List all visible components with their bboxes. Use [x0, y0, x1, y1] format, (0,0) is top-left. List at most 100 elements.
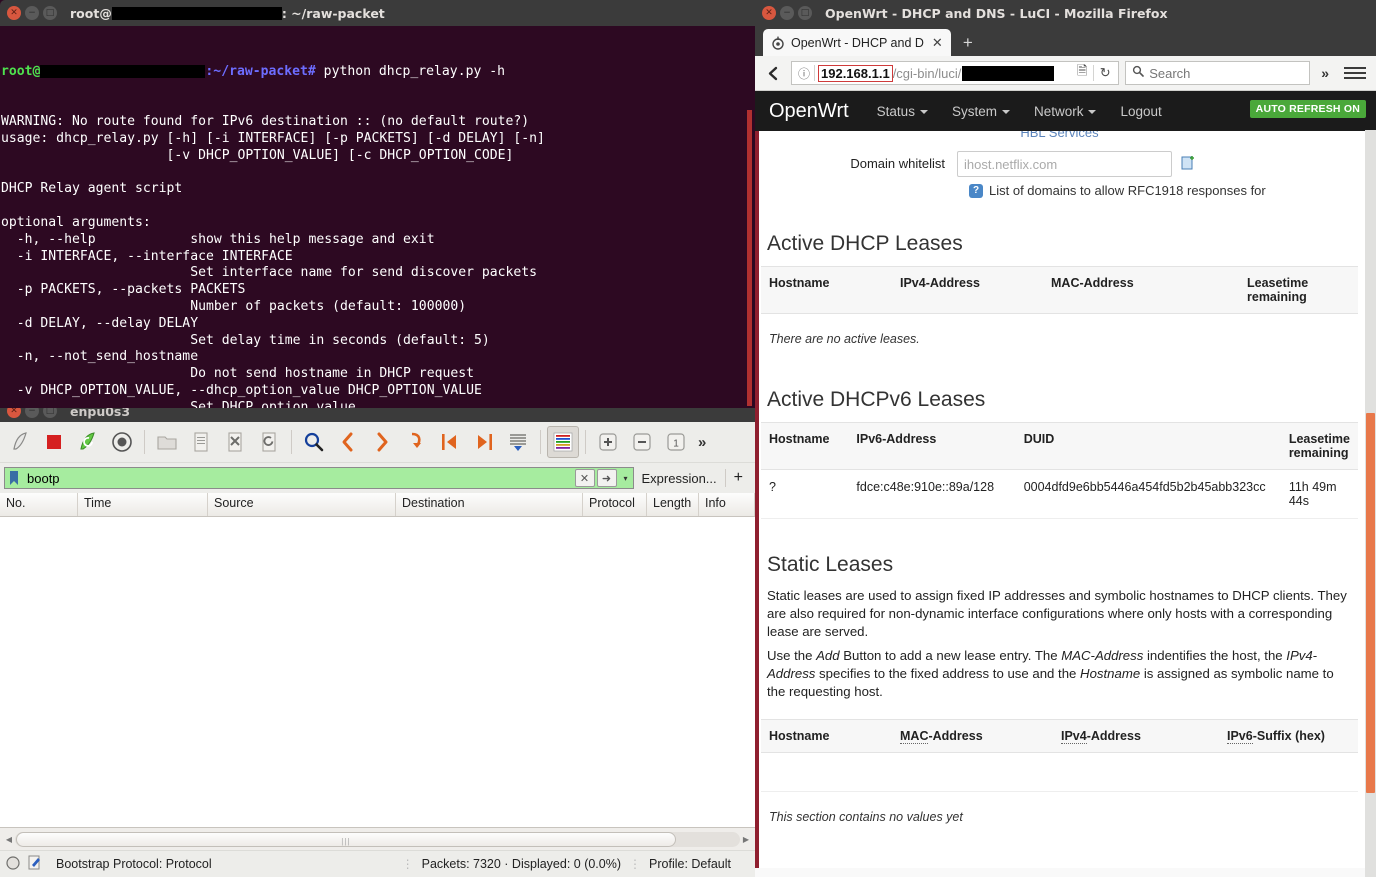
firefox-titlebar: ✕ − □ OpenWrt - DHCP and DNS - LuCI - Mo…: [755, 0, 1376, 26]
filter-clear-icon[interactable]: ✕: [575, 469, 595, 487]
reader-view-icon[interactable]: 🗎: [1071, 62, 1093, 84]
static-leases-paragraph-1: Static leases are used to assign fixed I…: [767, 587, 1352, 641]
zoom-reset-icon[interactable]: 1: [660, 426, 692, 458]
packet-list[interactable]: [0, 517, 755, 828]
nav-item-system[interactable]: System: [952, 104, 1010, 119]
packet-list-header: No. Time Source Destination Protocol Len…: [0, 493, 755, 517]
terminal-window-title: root@ : ~/raw-packet: [70, 6, 385, 21]
filter-bookmark-icon[interactable]: [5, 468, 23, 488]
page-info-icon[interactable]: ⓘ: [794, 65, 814, 82]
go-to-first-packet-icon[interactable]: [434, 426, 466, 458]
help-icon[interactable]: ?: [969, 184, 983, 198]
terminal-prompt-path: :~/raw-packet#: [205, 64, 315, 79]
window-maximize-button[interactable]: □: [43, 6, 57, 20]
reload-file-icon[interactable]: [253, 426, 285, 458]
go-to-packet-icon[interactable]: [400, 426, 432, 458]
terminal-output-line: Set delay time in seconds (default: 5): [1, 333, 755, 350]
column-leasetime-remaining: Leasetime remaining: [1281, 423, 1358, 470]
luci-brand[interactable]: OpenWrt: [769, 100, 849, 123]
filter-add-button[interactable]: +: [726, 469, 751, 487]
column-header-destination[interactable]: Destination: [396, 493, 583, 516]
scroll-left-icon[interactable]: ◀: [3, 835, 15, 844]
scrollbar-track[interactable]: |||: [15, 832, 740, 847]
nav-item-logout[interactable]: Logout: [1120, 104, 1161, 119]
scrollbar-thumb[interactable]: |||: [16, 832, 676, 847]
url-bar[interactable]: ⓘ 192.168.1.1 /cgi-bin/luci/ 🗎 ↻: [791, 61, 1119, 85]
terminal-title-redacted-host: [112, 7, 282, 20]
column-header-source[interactable]: Source: [208, 493, 396, 516]
browser-tab[interactable]: OpenWrt - DHCP and D ✕: [763, 29, 951, 56]
active-dhcp-leases-title: Active DHCP Leases: [767, 232, 1358, 256]
terminal-output-line: -v DHCP_OPTION_VALUE, --dhcp_option_valu…: [1, 383, 755, 400]
close-file-icon[interactable]: [219, 426, 251, 458]
auto-scroll-icon[interactable]: [502, 426, 534, 458]
column-ipv6-address: IPv6-Address: [848, 423, 1015, 470]
chevron-down-icon: [920, 110, 928, 114]
column-mac-address: MAC-Address: [892, 720, 1053, 753]
static-leases-title: Static Leases: [767, 553, 1358, 577]
toolbar-overflow-icon[interactable]: »: [1316, 65, 1334, 81]
colorize-packets-icon[interactable]: [547, 426, 579, 458]
restart-capture-icon[interactable]: [72, 426, 104, 458]
table-header-row: Hostname MAC-Address IPv4-Address IPv6-S…: [761, 720, 1358, 753]
hamburger-menu-icon[interactable]: [1340, 67, 1370, 79]
active-dhcp-leases-empty: There are no active leases.: [761, 314, 1358, 354]
toolbar-separator: [540, 430, 541, 454]
statusbar-packets: Packets: 7320 · Displayed: 0 (0.0%): [422, 857, 621, 871]
tab-close-icon[interactable]: ✕: [930, 35, 945, 51]
terminal-scrollbar[interactable]: [743, 26, 755, 408]
window-minimize-button[interactable]: −: [780, 6, 794, 20]
capture-options-icon[interactable]: [106, 426, 138, 458]
column-header-time[interactable]: Time: [78, 493, 208, 516]
zoom-out-icon[interactable]: [626, 426, 658, 458]
terminal-title-user: root@: [70, 6, 112, 21]
window-minimize-button[interactable]: −: [25, 6, 39, 20]
column-header-info[interactable]: Info: [699, 493, 755, 516]
column-header-length[interactable]: Length: [647, 493, 699, 516]
packet-list-horizontal-scrollbar[interactable]: ◀ ||| ▶: [0, 828, 755, 850]
firefox-window: ✕ − □ OpenWrt - DHCP and DNS - LuCI - Mo…: [755, 0, 1376, 877]
window-maximize-button[interactable]: □: [798, 6, 812, 20]
scroll-right-icon[interactable]: ▶: [740, 835, 752, 844]
terminal-scrollbar-thumb[interactable]: [747, 110, 752, 406]
expert-info-icon[interactable]: [28, 855, 42, 873]
new-tab-button[interactable]: +: [951, 29, 985, 56]
column-header-no[interactable]: No.: [0, 493, 78, 516]
display-filter-input[interactable]: bootp ✕ ➜ ▾: [4, 467, 634, 489]
zoom-in-icon[interactable]: [592, 426, 624, 458]
nav-item-network[interactable]: Network: [1034, 104, 1097, 119]
go-to-last-packet-icon[interactable]: [468, 426, 500, 458]
window-close-button[interactable]: ✕: [7, 6, 21, 20]
capture-status-icon[interactable]: [6, 856, 20, 873]
go-forward-icon[interactable]: [366, 426, 398, 458]
stop-capture-icon[interactable]: [38, 426, 70, 458]
start-capture-icon[interactable]: [4, 426, 36, 458]
filter-apply-icon[interactable]: ➜: [597, 469, 617, 487]
add-entry-icon[interactable]: [1180, 154, 1196, 170]
terminal-body[interactable]: root@:~/raw-packet# python dhcp_relay.py…: [0, 26, 755, 408]
go-back-icon[interactable]: [332, 426, 364, 458]
terminal-output-line: [1, 165, 755, 182]
find-packet-icon[interactable]: [298, 426, 330, 458]
toolbar-overflow-icon[interactable]: »: [694, 434, 710, 451]
nav-item-status[interactable]: Status: [877, 104, 928, 119]
display-filter-value: bootp: [23, 471, 575, 486]
filter-history-dropdown-icon[interactable]: ▾: [619, 474, 633, 483]
back-button[interactable]: [761, 61, 785, 85]
search-bar[interactable]: Search: [1125, 61, 1310, 85]
page-vertical-scrollbar[interactable]: [1365, 130, 1376, 877]
domain-whitelist-input[interactable]: ihost.netflix.com: [957, 151, 1172, 177]
page-scrollbar-thumb[interactable]: [1366, 413, 1375, 793]
column-header-protocol[interactable]: Protocol: [583, 493, 647, 516]
save-file-icon[interactable]: [185, 426, 217, 458]
domain-whitelist-row: Domain whitelist ihost.netflix.com: [761, 151, 1358, 177]
reload-icon[interactable]: ↻: [1094, 65, 1116, 81]
filter-expression-button[interactable]: Expression...: [634, 471, 725, 486]
static-leases-empty: This section contains no values yet: [761, 792, 1358, 832]
url-host: 192.168.1.1: [818, 65, 893, 82]
open-file-icon[interactable]: [151, 426, 183, 458]
window-close-button[interactable]: ✕: [762, 6, 776, 20]
auto-refresh-badge[interactable]: AUTO REFRESH ON: [1250, 100, 1366, 118]
terminal-prompt-line: root@:~/raw-packet# python dhcp_relay.py…: [1, 64, 755, 81]
page-left-edge: [755, 131, 759, 868]
